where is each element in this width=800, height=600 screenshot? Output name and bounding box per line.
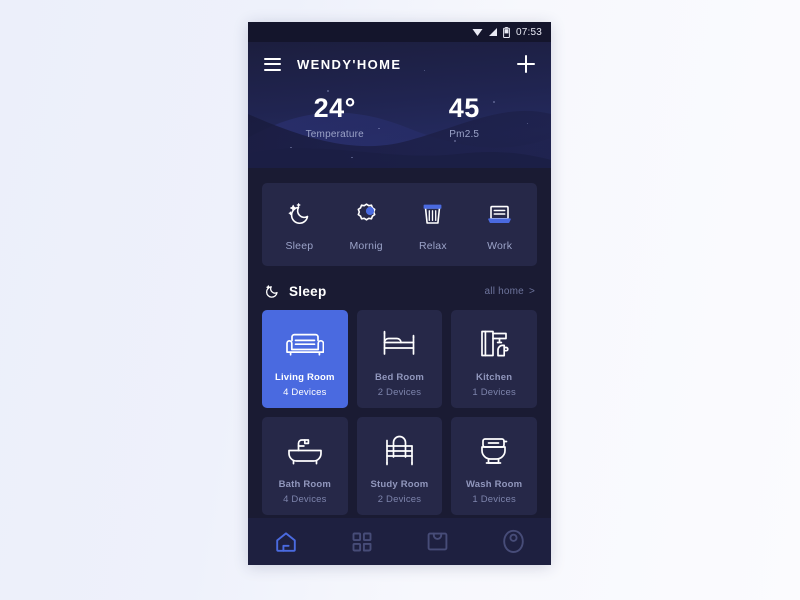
- mode-mornig-label: Mornig: [349, 240, 383, 252]
- toilet-icon: [477, 427, 511, 467]
- metric-pm25: 45 Pm2.5: [400, 93, 530, 141]
- room-name: Kitchen: [476, 372, 513, 383]
- pm25-label: Pm2.5: [449, 129, 480, 141]
- pm25-value: 45: [448, 93, 480, 123]
- nav-item-apps[interactable]: [324, 531, 400, 553]
- grid-apps-icon: [352, 532, 372, 551]
- all-home-label: all home: [484, 285, 524, 297]
- plus-icon[interactable]: [517, 55, 535, 73]
- bed-icon: [380, 320, 418, 360]
- nav-item-profile[interactable]: [475, 529, 551, 554]
- hamburger-menu-icon[interactable]: [264, 57, 281, 71]
- moon-stars-icon: [286, 199, 313, 229]
- room-card-study-room[interactable]: Study Room 2 Devices: [356, 417, 443, 515]
- hero-header: WENDY'HOME 24° Temperature 45 Pm2.5: [248, 42, 551, 168]
- rooms-grid: Living Room 4 Devices Bed Room 2 Devices: [262, 310, 537, 515]
- room-card-living-room[interactable]: Living Room 4 Devices: [262, 310, 348, 408]
- status-bar: 07:53: [248, 22, 551, 42]
- mode-mornig[interactable]: Mornig: [333, 199, 400, 252]
- mode-relax[interactable]: Relax: [400, 199, 467, 252]
- mode-sleep-label: Sleep: [285, 240, 314, 252]
- metric-temperature: 24° Temperature: [270, 93, 400, 141]
- room-devices: 2 Devices: [377, 387, 422, 398]
- room-card-bath-room[interactable]: Bath Room 4 Devices: [262, 417, 348, 515]
- mode-work[interactable]: Work: [466, 199, 533, 252]
- mode-sleep[interactable]: Sleep: [266, 199, 333, 252]
- modes-panel: Sleep Mornig Relax Work: [262, 183, 537, 266]
- room-devices: 4 Devices: [283, 387, 327, 398]
- app-bar: WENDY'HOME: [248, 42, 551, 86]
- moon-icon: [264, 283, 280, 299]
- nav-item-home[interactable]: [248, 530, 324, 554]
- mode-relax-label: Relax: [418, 240, 447, 252]
- section-header: Sleep all home >: [264, 283, 535, 299]
- status-time: 07:53: [515, 26, 542, 38]
- laptop-icon: [486, 199, 513, 229]
- nav-item-shop[interactable]: [400, 530, 476, 553]
- room-name: Living Room: [274, 372, 335, 383]
- temperature-label: Temperature: [305, 129, 364, 141]
- metrics-row: 24° Temperature 45 Pm2.5: [248, 86, 551, 141]
- room-devices: 1 Devices: [472, 494, 516, 505]
- room-devices: 4 Devices: [283, 494, 327, 505]
- battery-icon: [503, 26, 510, 38]
- shopping-bag-icon: [427, 532, 448, 551]
- home-icon: [276, 531, 296, 552]
- desk-chair-icon: [381, 427, 417, 467]
- sun-burst-icon: [353, 199, 380, 229]
- section-title: Sleep: [289, 283, 327, 299]
- phone-screen: 07:53 WENDY'HOME 24° Temperature 45 Pm2.…: [248, 22, 551, 565]
- mode-work-label: Work: [487, 240, 513, 252]
- room-card-wash-room[interactable]: Wash Room 1 Devices: [451, 417, 537, 515]
- bathtub-icon: [286, 427, 324, 467]
- chevron-right-icon: >: [528, 285, 535, 297]
- temperature-value: 24°: [313, 93, 356, 123]
- room-name: Wash Room: [465, 479, 523, 490]
- room-devices: 2 Devices: [377, 494, 422, 505]
- coffee-machine-icon: [477, 320, 511, 360]
- wifi-icon: [472, 29, 483, 36]
- room-name: Bed Room: [374, 372, 425, 383]
- signal-icon: [488, 28, 497, 36]
- room-card-bed-room[interactable]: Bed Room 2 Devices: [356, 310, 443, 408]
- bottom-navigation: [248, 518, 551, 565]
- sofa-icon: [285, 320, 324, 360]
- profile-icon: [502, 529, 524, 553]
- app-title: WENDY'HOME: [297, 56, 402, 72]
- room-devices: 1 Devices: [472, 387, 516, 398]
- all-home-link[interactable]: all home >: [485, 286, 535, 297]
- cup-icon: [419, 199, 446, 229]
- room-card-kitchen[interactable]: Kitchen 1 Devices: [451, 310, 537, 408]
- room-name: Study Room: [370, 479, 429, 490]
- room-name: Bath Room: [278, 479, 332, 490]
